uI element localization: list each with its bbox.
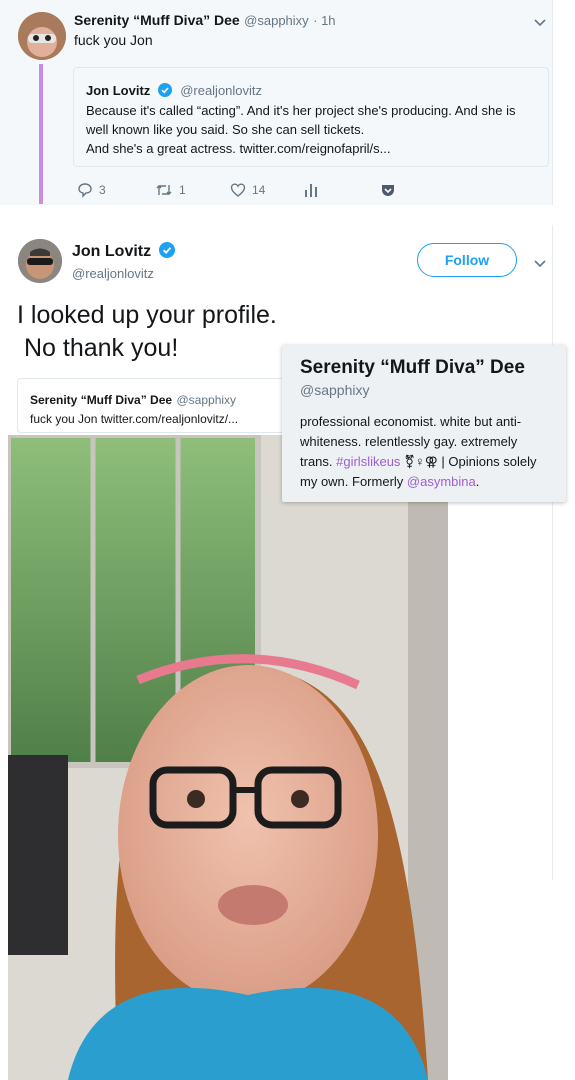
pocket-icon[interactable] [380, 182, 396, 203]
tweet-header: Jon Lovitz [72, 242, 175, 261]
author-name[interactable]: Serenity “Muff Diva” Dee [74, 12, 240, 28]
chevron-down-icon[interactable] [532, 255, 548, 276]
timestamp[interactable]: · 1h [313, 13, 335, 28]
tweet-text-line2: No thank you! [24, 334, 179, 362]
profile-bio: professional economist. white but anti-w… [300, 412, 552, 492]
mention-link[interactable]: @asymbina [407, 474, 476, 489]
quoted-text: fuck you Jon twitter.com/realjonlovitz/.… [30, 412, 239, 426]
tweet-photo[interactable] [8, 435, 448, 1080]
author-handle[interactable]: @realjonlovitz [72, 266, 154, 281]
retweet-icon [156, 185, 172, 195]
quoted-author-handle: @realjonlovitz [180, 83, 263, 98]
quoted-author-name: Serenity “Muff Diva” Dee [30, 393, 173, 407]
quoted-tweet[interactable]: Jon Lovitz @realjonlovitz Because it's c… [73, 67, 549, 167]
reply-tweet[interactable]: Serenity “Muff Diva” Dee @sapphixy · 1h … [0, 0, 553, 205]
chevron-down-icon[interactable] [532, 14, 548, 35]
analytics-icon[interactable] [304, 182, 318, 203]
hashtag-link[interactable]: #girlslikeus [336, 454, 400, 469]
author-name[interactable]: Jon Lovitz [72, 243, 151, 260]
author-handle[interactable]: @sapphixy [244, 13, 309, 28]
reply-count: 3 [99, 183, 106, 197]
quoted-tweet[interactable]: Serenity “Muff Diva” Dee @sapphixy fuck … [17, 378, 289, 433]
retweet-button[interactable]: 1 [155, 182, 186, 198]
tweet-text-line1: I looked up your profile. [17, 301, 277, 329]
quoted-header: Jon Lovitz @realjonlovitz [86, 82, 262, 100]
avatar[interactable] [18, 239, 62, 283]
bio-text: . [475, 474, 480, 489]
tweet-header: Serenity “Muff Diva” Dee @sapphixy · 1h [74, 12, 336, 30]
retweet-count: 1 [179, 183, 186, 197]
avatar[interactable] [18, 12, 66, 60]
main-tweet: Jon Lovitz @realjonlovitz Follow I looke… [0, 225, 553, 1080]
like-count: 14 [252, 183, 266, 197]
heart-icon [230, 183, 246, 197]
quoted-header: Serenity “Muff Diva” Dee @sapphixy [30, 391, 236, 409]
profile-hover-card[interactable]: Serenity “Muff Diva” Dee @sapphixy profe… [282, 345, 566, 502]
verified-icon [158, 242, 175, 258]
quoted-text-line: And she's a great actress. twitter.com/r… [86, 141, 391, 156]
reply-icon [78, 183, 92, 198]
quoted-text-line: Because it's called “acting”. And it's h… [86, 103, 516, 118]
profile-name[interactable]: Serenity “Muff Diva” Dee [300, 357, 525, 379]
reply-button[interactable]: 3 [77, 182, 106, 198]
bio-emoji: ⚧♀⚢ [404, 454, 438, 469]
profile-handle[interactable]: @sapphixy [300, 382, 369, 398]
quoted-text-line: well known like you said. So she can sel… [86, 122, 365, 137]
verified-icon [157, 83, 172, 97]
tweet-text: fuck you Jon [74, 32, 153, 48]
quoted-author-name: Jon Lovitz [86, 83, 151, 98]
quoted-author-handle: @sapphixy [176, 393, 237, 407]
follow-button[interactable]: Follow [417, 243, 517, 277]
thread-line [39, 64, 43, 204]
like-button[interactable]: 14 [230, 182, 265, 198]
